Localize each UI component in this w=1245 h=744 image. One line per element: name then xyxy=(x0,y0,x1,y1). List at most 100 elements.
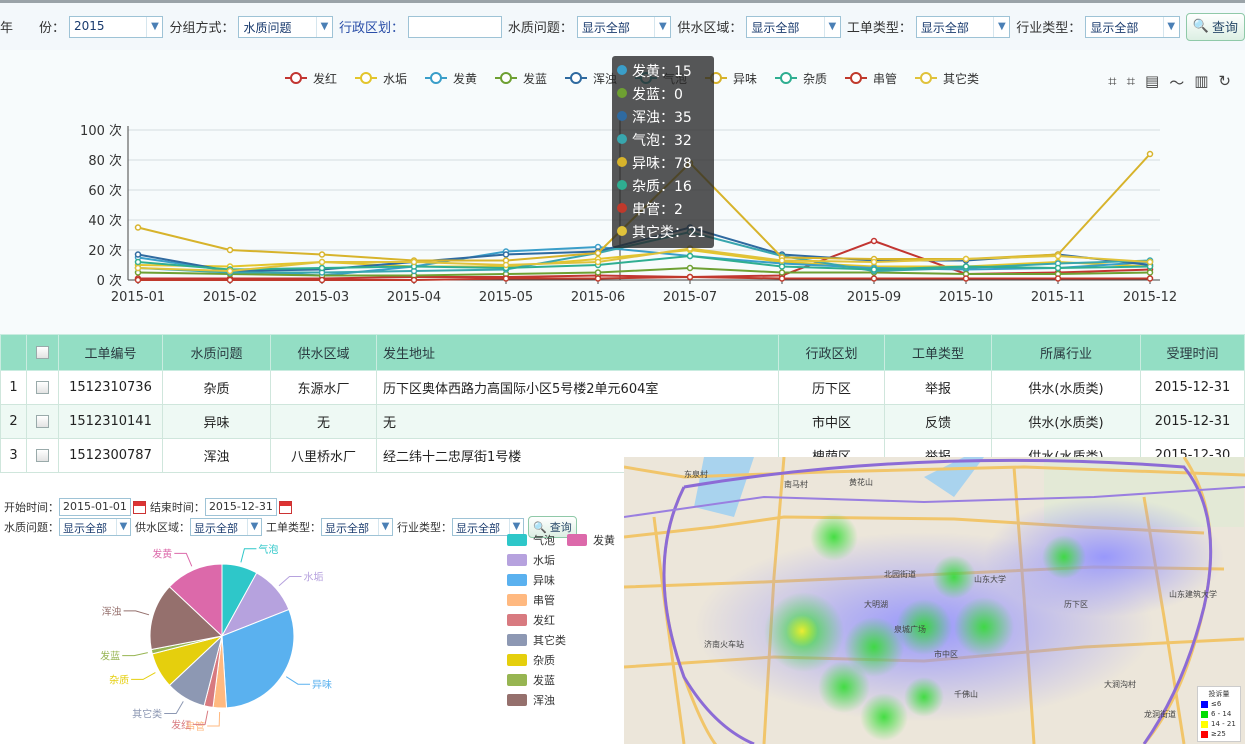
col-order-id[interactable]: 工单编号 xyxy=(58,334,163,371)
district-label: 行政区划： xyxy=(338,21,404,36)
pie-legend-item[interactable]: 发黄 xyxy=(567,532,615,548)
col-water-problem[interactable]: 水质问题 xyxy=(162,334,271,371)
legend-swatch xyxy=(507,694,527,706)
water-problem: 异味 xyxy=(162,404,271,439)
order-type-label: 工单类型： xyxy=(266,521,321,534)
pie-legend-item[interactable]: 气泡 xyxy=(507,532,555,548)
district-input[interactable] xyxy=(407,15,502,38)
supply-area-label: 供水区域： xyxy=(677,21,743,36)
heat-spot xyxy=(1042,535,1086,579)
pie-legend-item[interactable]: 其它类 xyxy=(507,632,566,648)
chart-tooltip: 发黄：15 发蓝：0 浑浊：35 气泡：32 异味：78 杂质：16 串管：2 其它类：21 xyxy=(612,56,714,248)
calendar-icon[interactable] xyxy=(278,500,292,514)
data-point xyxy=(594,275,602,282)
order-type: 反馈 xyxy=(884,404,992,439)
col-supply-area[interactable]: 供水区域 xyxy=(270,334,377,371)
calendar-icon[interactable] xyxy=(132,500,146,514)
x-tick-label: 2015-04 xyxy=(387,290,441,305)
col-district[interactable]: 行政区划 xyxy=(778,334,885,371)
x-tick-label: 2015-01 xyxy=(111,290,165,305)
group-select[interactable]: 水质问题 ▼ xyxy=(238,15,333,38)
zoom-reset-icon[interactable]: ⌗ xyxy=(1127,72,1135,93)
order-type-select[interactable]: 显示全部 ▼ xyxy=(915,15,1011,38)
pie-label-line xyxy=(207,711,221,727)
data-view-icon[interactable]: ▤ xyxy=(1145,72,1159,93)
pie-label: 发红 xyxy=(171,718,191,731)
data-point xyxy=(134,276,142,284)
row-select-cell[interactable] xyxy=(26,404,59,439)
row-checkbox[interactable] xyxy=(36,381,49,394)
group-label: 分组方式： xyxy=(169,21,235,36)
pie-legend-item[interactable]: 发红 xyxy=(507,612,555,628)
heatmap-map[interactable]: 东泉村 南马村 黄花山 北园街道 山东大学 历下区 市中区 济南火车站 大明湖 泉城广场 山东建筑大… xyxy=(624,457,1245,744)
row-checkbox[interactable] xyxy=(36,415,49,428)
row-checkbox[interactable] xyxy=(36,449,49,462)
table-row[interactable]: 1 1512310736 杂质 东源水厂 历下区奥体西路力高国际小区5号楼2单元… xyxy=(0,370,1245,405)
query-button[interactable]: 🔍 查询 xyxy=(1185,12,1245,41)
pie-legend-item[interactable]: 串管 xyxy=(507,592,555,608)
data-point xyxy=(1146,150,1154,158)
water-problem-select[interactable]: 显示全部 ▼ xyxy=(59,518,131,536)
legend-label: 发蓝 xyxy=(533,674,555,687)
zoom-icon[interactable]: ⌗ xyxy=(1108,72,1116,93)
pie-legend-item[interactable]: 水垢 xyxy=(507,552,555,568)
col-address[interactable]: 发生地址 xyxy=(376,334,779,371)
data-point xyxy=(778,275,786,282)
end-time-input[interactable]: 2015-12-31 xyxy=(204,498,277,516)
start-time-input[interactable]: 2015-01-01 xyxy=(59,498,131,516)
pie-label: 发黄 xyxy=(152,547,172,560)
pie-panel: 开始时间： 2015-01-01 结束时间： 2015-12-31 水质问题： … xyxy=(0,490,624,744)
data-point xyxy=(410,276,418,284)
map-canvas[interactable]: 东泉村南马村 黄花山北园街道山东大学历下区市中区 济南火车站 大明湖泉城广场 山东建筑大… xyxy=(624,457,1245,744)
pie-legend-item[interactable]: 浑浊 xyxy=(507,692,555,708)
map-label: 大涧沟村 xyxy=(1104,679,1136,689)
supply-area-select[interactable]: 显示全部 ▼ xyxy=(746,15,841,38)
accept-time: 2015-12-31 xyxy=(1140,370,1245,405)
map-label: 黄花山 xyxy=(849,477,873,487)
order-type-select[interactable]: 显示全部 ▼ xyxy=(321,518,393,536)
refresh-icon[interactable]: ↻ xyxy=(1218,72,1231,93)
data-point xyxy=(962,255,970,263)
col-order-type[interactable]: 工单类型 xyxy=(884,334,992,371)
col-accept-time[interactable]: 受理时间 xyxy=(1140,334,1245,371)
col-industry[interactable]: 所属行业 xyxy=(991,334,1141,371)
tooltip-row: 其它类：21 xyxy=(632,224,706,241)
data-point xyxy=(318,276,326,284)
industry-type-select[interactable]: 显示全部 ▼ xyxy=(1085,15,1180,38)
pie-legend-item[interactable]: 杂质 xyxy=(507,652,555,668)
data-point xyxy=(686,273,694,281)
tooltip-row: 发黄：15 xyxy=(632,63,692,80)
pie-legend-item[interactable]: 异味 xyxy=(507,572,555,588)
order-id: 1512310141 xyxy=(58,404,163,439)
row-index: 1 xyxy=(0,370,27,405)
row-select-cell[interactable] xyxy=(26,438,59,473)
pie-legend-item[interactable]: 发蓝 xyxy=(507,672,555,688)
legend-label: 发红 xyxy=(313,71,337,86)
x-tick-label: 2015-09 xyxy=(847,290,901,305)
pie-label-line xyxy=(123,610,150,616)
bar-chart-icon[interactable]: ▥ xyxy=(1194,72,1208,93)
legend-swatch xyxy=(507,594,527,606)
address: 历下区奥体西路力高国际小区5号楼2单元604室 xyxy=(376,370,779,405)
line-chart-icon[interactable]: 〜 xyxy=(1169,72,1184,93)
map-label: 大明湖 xyxy=(864,599,888,609)
data-point xyxy=(226,276,234,284)
pie-label: 气泡 xyxy=(258,543,278,556)
year-select[interactable]: 2015 ▼ xyxy=(69,15,164,38)
data-point xyxy=(226,267,234,275)
legend-marker xyxy=(780,72,792,84)
select-all-checkbox[interactable] xyxy=(36,346,49,359)
dashboard: 年 份： 2015 ▼ 分组方式： 水质问题 ▼ 行政区划： 水质问题： 显示全部 ▼… xyxy=(0,0,1245,744)
supply-area-select[interactable]: 显示全部 ▼ xyxy=(190,518,262,536)
col-select-all[interactable] xyxy=(26,334,59,371)
legend-swatch xyxy=(1201,710,1208,718)
water-problem-select[interactable]: 显示全部 ▼ xyxy=(576,15,672,38)
map-legend-item: 14 - 21 xyxy=(1201,719,1237,729)
row-select-cell[interactable] xyxy=(26,370,59,405)
table-row[interactable]: 2 1512310141 异味 无 无 市中区 反馈 供水(水质类) 2015-… xyxy=(0,404,1245,439)
legend-swatch xyxy=(507,674,527,686)
order-id: 1512310736 xyxy=(58,370,163,405)
y-tick-label: 20 次 xyxy=(88,243,122,259)
pie-label-line xyxy=(122,652,148,657)
legend-marker xyxy=(500,72,512,84)
